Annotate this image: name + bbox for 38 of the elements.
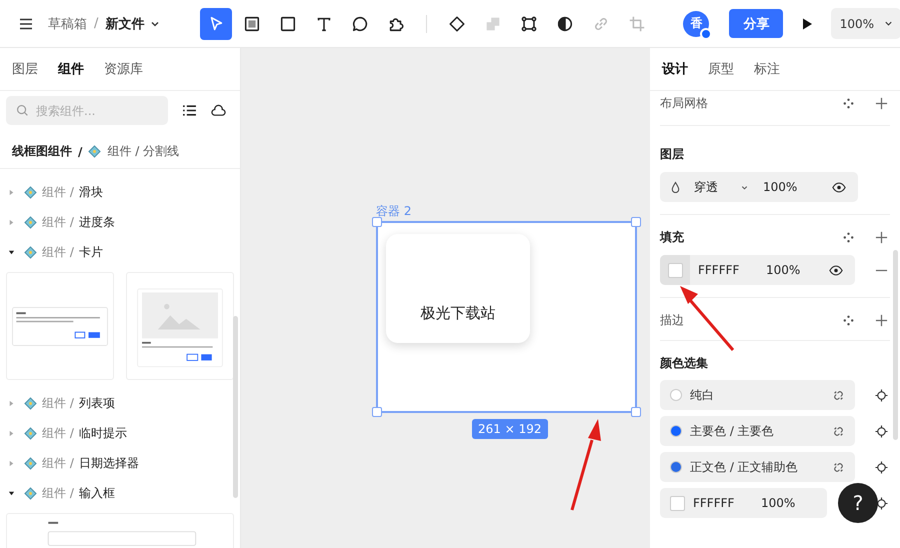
fill-row[interactable]: FFFFFF 100% <box>660 488 827 518</box>
blend-mode-control[interactable]: 穿透 100% <box>660 172 858 202</box>
share-button[interactable]: 分享 <box>729 9 784 38</box>
path-separator: / <box>78 144 82 158</box>
component-group-item[interactable]: 组件 / 滑块 <box>0 177 240 207</box>
card-text: 极光下载站 <box>420 304 496 323</box>
zoom-dropdown[interactable]: 100% <box>831 8 900 39</box>
section-title: 颜色选集 <box>660 354 709 372</box>
inspector-tab[interactable]: 标注 <box>754 60 780 78</box>
breadcrumb-separator: / <box>94 16 98 31</box>
search-field[interactable]: 搜索组件... <box>6 96 168 125</box>
component-group-item[interactable]: 组件 / 输入框 <box>0 478 240 508</box>
component-group-item[interactable]: 组件 / 卡片 <box>0 237 240 267</box>
help-button[interactable]: ? <box>838 483 878 523</box>
user-avatar[interactable]: 香 <box>683 10 710 36</box>
library-name[interactable]: 线框图组件 <box>12 143 72 160</box>
section-title: 填充 <box>660 228 685 246</box>
component-group-item[interactable]: 组件 / 日期选择器 <box>0 448 240 478</box>
section-title: 布局网格 <box>660 94 709 112</box>
card[interactable]: 极光下载站 <box>386 234 530 343</box>
fill-row[interactable]: FFFFFF 100% <box>660 255 855 285</box>
current-component: 组件 / 分割线 <box>107 143 180 160</box>
panel-tab[interactable]: 图层 <box>12 60 38 78</box>
file-name[interactable]: 新文件 <box>105 14 144 32</box>
component-group-item[interactable]: 组件 / 列表项 <box>0 388 240 418</box>
size-badge: 261 × 192 <box>472 419 548 439</box>
component-group-item[interactable]: 组件 / 进度条 <box>0 207 240 237</box>
component-group-item[interactable]: 组件 / 临时提示 <box>0 418 240 448</box>
color-style-row[interactable]: 纯白 <box>660 380 855 410</box>
panel-tab[interactable]: 资源库 <box>104 60 143 78</box>
inspector-tab[interactable]: 原型 <box>708 60 734 78</box>
section-title: 图层 <box>660 146 685 162</box>
panel-tab[interactable]: 组件 <box>58 60 84 78</box>
section-title: 描边 <box>660 312 685 328</box>
color-style-row[interactable]: 主要色 / 主要色 <box>660 416 855 446</box>
color-style-row[interactable]: 正文色 / 正文辅助色 <box>660 452 855 482</box>
inspector-tab[interactable]: 设计 <box>662 60 688 78</box>
breadcrumb-folder[interactable]: 草稿箱 <box>48 14 87 32</box>
